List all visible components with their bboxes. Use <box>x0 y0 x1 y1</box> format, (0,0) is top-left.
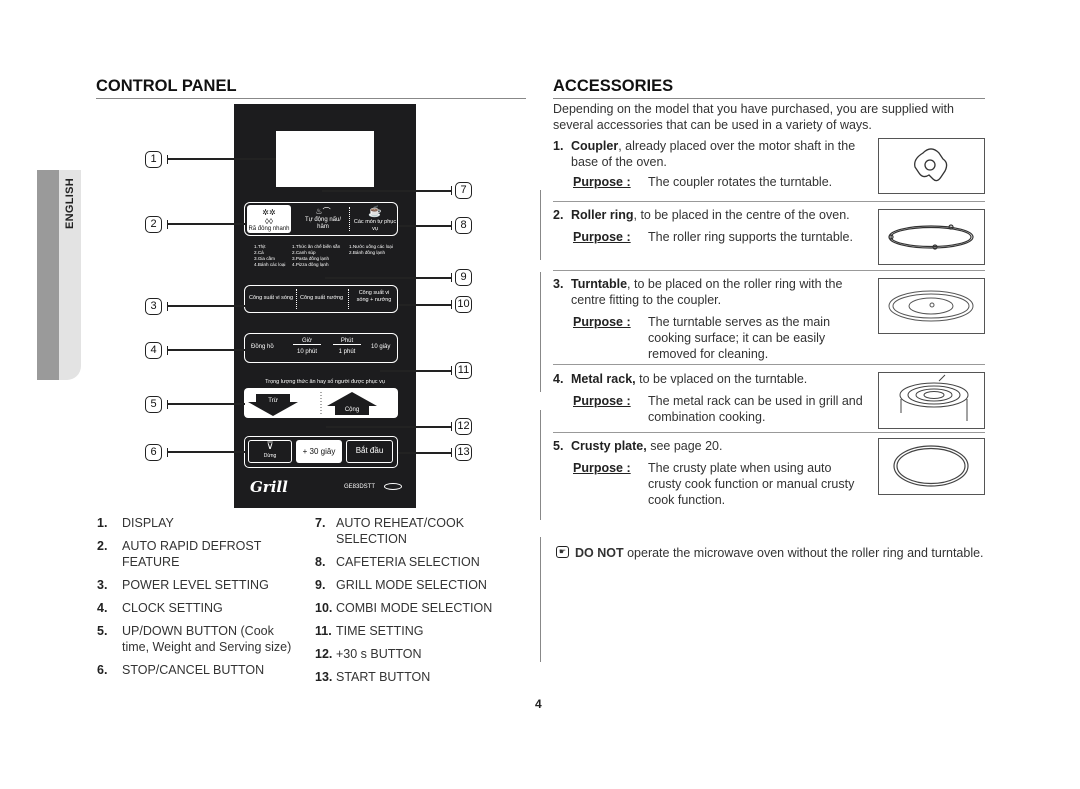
accessories-title: ACCESSORIES <box>553 77 985 99</box>
callout-10: 10 <box>455 296 472 313</box>
language-tab: ENGLISH <box>37 170 81 380</box>
leader-line <box>167 451 245 453</box>
divider <box>553 432 985 433</box>
svg-text:Cộng: Cộng <box>345 407 359 413</box>
accessory-metal-rack: 4. Metal rack, to be vplaced on the turn… <box>553 372 863 424</box>
cook-list: 1.Thức ăn chế biến sẵn 2.Canh súp 3.Past… <box>292 244 341 267</box>
start-button: Bắt đầu <box>346 440 393 463</box>
leader-line <box>167 305 245 307</box>
callout-11: 11 <box>455 362 472 379</box>
callout-12: 12 <box>455 418 472 435</box>
cafe-list: 1.Nước uống các loại 2.Bánh đông lạnh <box>349 244 393 255</box>
metal-rack-image <box>878 372 985 429</box>
column-separator <box>540 537 541 662</box>
callout-6: 6 <box>145 444 162 461</box>
arrows-icon: Trừ Cộng <box>248 392 377 416</box>
coffee-cup-icon: ☕ <box>368 206 382 218</box>
callout-4: 4 <box>145 342 162 359</box>
leader-line <box>380 370 452 372</box>
combi-power-label: Công suất vi sóng + nướng <box>356 290 392 303</box>
stop-icon: ⊽ <box>266 441 274 452</box>
stop-button: ⊽ Dừng <box>248 440 292 463</box>
auto-defrost-button: ✲✲ ◊◊ Rã đông nhanh <box>247 205 291 233</box>
display-window <box>276 131 374 187</box>
leader-line <box>167 403 245 405</box>
leader-line <box>322 190 452 192</box>
divider <box>349 207 350 231</box>
clock-label: Đồng hồ <box>251 344 274 350</box>
grill-logo: Grill <box>250 478 288 496</box>
plate-icon <box>384 483 402 490</box>
control-panel-graphic: ✲✲ ◊◊ Rã đông nhanh ♨⌒ Tự động nấu/ hâm ☕… <box>234 104 416 508</box>
callout-7: 7 <box>455 182 472 199</box>
power-level-group: Công suất vi sóng Công suất nướng Công s… <box>244 285 398 313</box>
accessory-crusty-plate: 5. Crusty plate, see page 20. Purpose : … <box>553 439 855 507</box>
column-separator <box>540 190 541 260</box>
pointing-hand-icon: ☛ <box>556 546 569 558</box>
svg-text:Trừ: Trừ <box>268 398 277 404</box>
leader-line <box>398 304 452 306</box>
leader-line <box>398 452 452 454</box>
roller-ring-image <box>878 209 985 265</box>
action-buttons-group: ⊽ Dừng + 30 giây Bắt đầu <box>244 436 398 468</box>
auto-programs-group: ✲✲ ◊◊ Rã đông nhanh ♨⌒ Tự động nấu/ hâm ☕… <box>244 202 398 236</box>
divider <box>553 270 985 271</box>
turntable-image <box>878 278 985 334</box>
control-panel-title: CONTROL PANEL <box>96 77 526 99</box>
callout-1: 1 <box>145 151 162 168</box>
column-separator <box>540 410 541 520</box>
divider <box>553 201 985 202</box>
coupler-image <box>878 138 985 194</box>
divider <box>553 364 985 365</box>
cafeteria-button: ☕ Các món tự phục vụ <box>353 206 397 233</box>
column-separator <box>540 272 541 392</box>
accessory-coupler: 1. Coupler, already placed over the moto… <box>553 139 856 189</box>
up-down-buttons: Trừ Cộng <box>244 388 398 418</box>
accessory-roller-ring: 2. Roller ring, to be placed in the cent… <box>553 208 853 244</box>
callout-9: 9 <box>455 269 472 286</box>
callout-3: 3 <box>145 298 162 315</box>
callout-13: 13 <box>455 444 472 461</box>
crusty-plate-image <box>878 438 985 495</box>
leader-line <box>167 349 245 351</box>
leader-line <box>398 225 452 227</box>
grill-power-label: Công suất nướng <box>300 295 344 301</box>
accessory-turntable: 3. Turntable, to be placed on the roller… <box>553 277 843 361</box>
auto-cook-label: Tự động nấu/ hâm <box>304 217 342 230</box>
leader-line <box>167 158 276 160</box>
weight-label: Trọng lượng thức ăn hay số người được ph… <box>265 379 385 385</box>
accessories-intro: Depending on the model that you have pur… <box>553 102 954 132</box>
page-number: 4 <box>535 697 542 711</box>
model-number: GE83DSTT <box>344 484 376 490</box>
leader-line <box>325 277 452 279</box>
snowflake-drops-icon: ✲✲ ◊◊ <box>262 208 276 226</box>
callout-2: 2 <box>145 216 162 233</box>
microwave-power-label: Công suất vi sóng <box>249 295 294 301</box>
plus-30-button: + 30 giây <box>296 440 342 463</box>
cafeteria-label: Các món tự phục vụ <box>353 219 397 232</box>
callout-5: 5 <box>145 396 162 413</box>
leader-line <box>167 223 245 225</box>
steam-pot-icon: ♨⌒ <box>315 207 331 216</box>
defrost-list: 1.Thịt 2.Cá 3.Gia cầm 4.Bánh các loại <box>254 244 286 267</box>
language-label: ENGLISH <box>64 178 76 229</box>
leader-line <box>326 426 452 428</box>
clock-time-group: Đồng hồ Giờ 10 phút Phút 1 phút 10 giây <box>244 333 398 363</box>
auto-defrost-label: Rã đông nhanh <box>248 226 290 232</box>
tab-dark-strip <box>37 170 59 380</box>
auto-cook-button: ♨⌒ Tự động nấu/ hâm <box>299 207 347 231</box>
callout-8: 8 <box>455 217 472 234</box>
